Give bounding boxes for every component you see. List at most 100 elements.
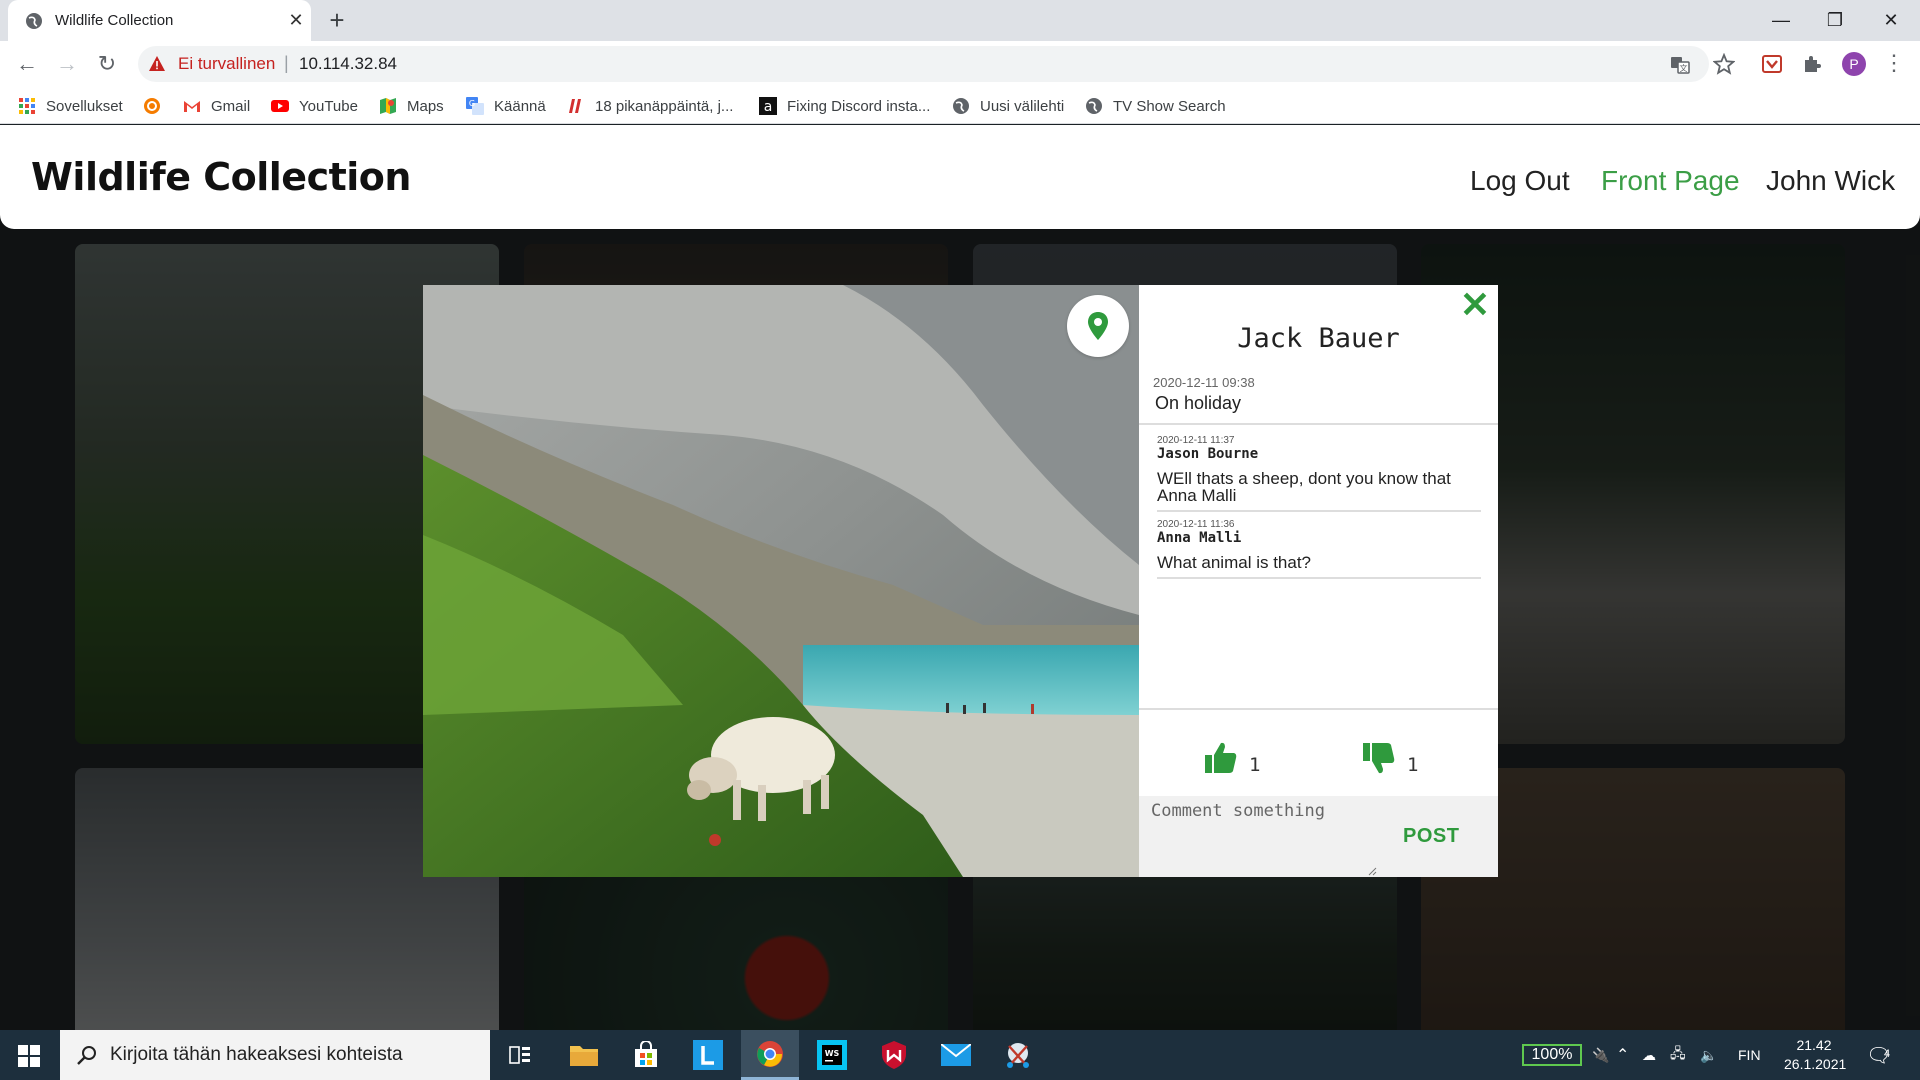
browser-tab[interactable]: Wildlife Collection ✕ [8,0,311,41]
url-text[interactable]: 10.114.32.84 [299,54,397,74]
like-button[interactable]: 1 [1203,740,1260,776]
bookmark-youtube[interactable]: YouTube [271,95,358,117]
bookmark-discord[interactable]: a Fixing Discord insta... [759,95,930,117]
browser-tab-strip: Wildlife Collection ✕ + — ❐ ✕ [0,0,1920,41]
taskbar-mail[interactable] [927,1030,985,1080]
mail-icon [941,1044,971,1066]
bookmark-shortcuts[interactable]: 18 pikanäppäintä, j... [567,95,733,117]
back-button[interactable]: ← [12,49,42,79]
minimize-button[interactable]: — [1766,6,1796,34]
address-separator: | [284,53,289,73]
bookmark-translate[interactable]: G Käännä [466,95,546,117]
post-caption: On holiday [1155,393,1242,413]
apps-grid-icon [19,98,35,114]
comment-text: WEll thats a sheep, dont you know that A… [1157,469,1451,505]
nav-front-page[interactable]: Front Page [1601,165,1740,197]
mcafee-extension-icon[interactable] [1761,53,1783,75]
taskbar-clock[interactable]: 21.42 26.1.2021 [1784,1036,1846,1074]
bookmark-label: Gmail [211,97,251,115]
sheep-photo [423,285,1139,877]
bookmark-label: Fixing Discord insta... [787,97,931,115]
bookmark-maps[interactable]: Maps [379,95,444,117]
comment-input[interactable] [1151,801,1371,871]
network-icon[interactable]: 🖧 [1670,1030,1686,1080]
bookmark-label: YouTube [299,97,358,115]
comment-author[interactable]: Anna Malli [1157,530,1481,546]
taskbar-chrome[interactable] [741,1030,799,1080]
photo-modal: ✕ Jack Bauer 2020-12-11 09:38 On holiday… [423,285,1498,877]
svg-text:a: a [764,99,773,115]
bookmark-label: Käännä [494,97,546,115]
taskbar-snipping-tool[interactable] [989,1030,1047,1080]
language-indicator[interactable]: FIN [1738,1030,1761,1080]
mcafee-shield-icon [882,1041,906,1069]
bookmark-label: TV Show Search [1113,97,1226,115]
webstorm-icon: WS [817,1040,847,1070]
notification-count: 4 [1884,1048,1891,1060]
warning-icon [149,56,165,71]
site-brand[interactable]: Wildlife Collection [31,155,411,199]
bookmark-site-icon [569,99,581,113]
site-header: Wildlife Collection Log Out Front Page J… [0,125,1920,229]
bookmark-site[interactable] [143,95,171,117]
bookmark-label: Maps [407,97,444,115]
translate-page-icon[interactable]: 文 [1670,55,1690,75]
volume-icon[interactable]: 🔈 [1700,1030,1717,1080]
task-view-icon [509,1046,530,1064]
gmail-icon [184,101,200,112]
chrome-icon [757,1040,783,1067]
bookmark-tv-show[interactable]: TV Show Search [1085,95,1226,117]
bookmark-apps[interactable]: Sovellukset [18,95,123,117]
task-view-button[interactable] [491,1030,549,1080]
taskbar-file-explorer[interactable] [555,1030,613,1080]
comment-author[interactable]: Jason Bourne [1157,446,1481,462]
windows-start-icon[interactable] [18,1045,40,1067]
nav-user-profile[interactable]: John Wick [1766,165,1895,197]
svg-text:WS: WS [825,1049,840,1058]
taskbar-store[interactable] [617,1030,675,1080]
comment-timestamp: 2020-12-11 11:37 [1157,435,1235,446]
youtube-icon [271,100,289,112]
svg-text:文: 文 [1680,63,1688,73]
comment-list: 2020-12-11 11:37 Jason Bourne WEll thats… [1157,435,1481,586]
nav-log-out[interactable]: Log Out [1470,165,1570,197]
show-hidden-icons-chevron-icon[interactable]: ⌃ [1616,1030,1629,1080]
battery-indicator[interactable]: 100% [1522,1044,1582,1066]
comment-item: 2020-12-11 11:36 Anna Malli What animal … [1157,519,1481,579]
clock-time: 21.42 [1796,1037,1832,1053]
divider [1139,708,1498,710]
reload-button[interactable]: ↻ [92,49,122,79]
security-status[interactable]: Ei turvallinen [178,54,275,74]
extensions-puzzle-icon[interactable] [1801,53,1823,75]
window-close-button[interactable]: ✕ [1876,6,1906,34]
post-comment-button[interactable]: POST [1403,825,1459,848]
taskbar-app-l[interactable] [679,1030,737,1080]
new-tab-button[interactable]: + [324,7,350,34]
location-button[interactable] [1067,295,1129,357]
taskbar-webstorm[interactable]: WS [803,1030,861,1080]
onedrive-icon[interactable]: ☁ [1642,1030,1656,1080]
profile-avatar[interactable]: P [1842,52,1866,76]
bookmark-label: Uusi välilehti [980,97,1065,115]
like-count: 1 [1249,754,1261,776]
forward-button[interactable]: → [52,49,82,79]
bookmark-star-icon[interactable] [1713,53,1735,75]
dislike-button[interactable]: 1 [1361,740,1418,776]
snipping-tool-icon [1007,1043,1029,1068]
browser-menu-icon[interactable]: ⋮ [1883,50,1905,78]
restore-button[interactable]: ❐ [1820,6,1850,34]
thumbs-down-icon [1363,743,1395,774]
taskbar-mcafee[interactable] [865,1030,923,1080]
bookmark-site-icon: a [759,97,777,115]
address-bar[interactable]: Ei turvallinen | 10.114.32.84 文 [138,46,1709,82]
close-icon[interactable]: ✕ [1459,287,1491,323]
taskbar-search[interactable]: Kirjoita tähän hakeaksesi kohteista [60,1030,490,1080]
tab-close-icon[interactable]: ✕ [286,10,306,30]
globe-icon [26,13,42,29]
bookmark-label: 18 pikanäppäintä, j... [595,97,734,115]
bookmark-new-tab[interactable]: Uusi välilehti [952,95,1064,117]
power-plug-icon[interactable]: 🔌 [1592,1030,1609,1080]
resize-grip-icon[interactable] [1367,866,1377,876]
bookmark-gmail[interactable]: Gmail [183,95,250,117]
comment-form: POST [1139,796,1498,877]
